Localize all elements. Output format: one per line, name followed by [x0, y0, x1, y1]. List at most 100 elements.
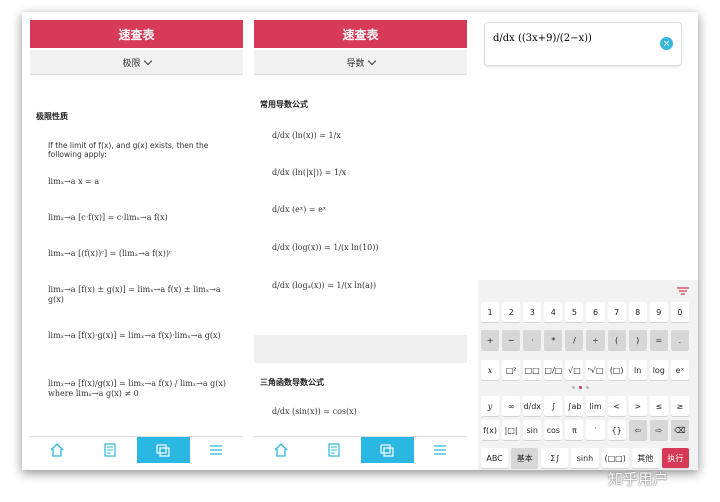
formula: d/dx (ln(|x|)) = 1/x: [272, 168, 347, 177]
nav-home[interactable]: [30, 437, 83, 463]
key-row1-1[interactable]: 2: [502, 302, 521, 322]
key-row5-2[interactable]: sin: [523, 420, 542, 440]
key-row1-7[interactable]: 8: [628, 302, 647, 322]
menu-icon: [434, 445, 447, 455]
cheatsheet-icon: [156, 444, 170, 457]
key-row5-5[interactable]: ′: [586, 420, 605, 440]
key-row3-2[interactable]: □□: [523, 360, 542, 380]
expression-text: d/dx ((3x+9)/(2−x)): [493, 33, 592, 44]
calculator-panel: d/dx ((3x+9)/(2−x)) × 1234567890 + − · * / ÷(…: [478, 12, 698, 470]
key-row4-0[interactable]: y: [481, 396, 500, 416]
math-keyboard: 1234567890 + − · * / ÷() =. x □² □□ □/□ √□ ⁿ√□ (□) ln…: [478, 280, 698, 470]
notes-icon: [328, 443, 340, 457]
key-row5-4[interactable]: π: [565, 420, 584, 440]
derivatives-panel: 速查表 导数 常用导数公式 d/dx (ln(x)) = 1/x d/dx (l…: [254, 12, 467, 470]
key-row2-3[interactable]: *: [544, 330, 563, 350]
key-row1-5[interactable]: 6: [586, 302, 605, 322]
chevron-down-icon: [143, 56, 152, 65]
key-row5-9[interactable]: ⌫: [670, 420, 689, 440]
key-row4-7[interactable]: >: [628, 396, 647, 416]
expression-input[interactable]: d/dx ((3x+9)/(2−x)) ×: [484, 22, 682, 66]
page-dots: [572, 386, 589, 389]
key-row5-7[interactable]: ⇦: [628, 420, 647, 440]
chevron-down-icon: [367, 56, 376, 65]
formula: limₓ→a [(f(x))ᶜ] = (limₓ→a f(x))ᶜ: [48, 249, 172, 258]
key-row5-3[interactable]: cos: [544, 420, 563, 440]
key-row3-8[interactable]: log: [649, 360, 668, 380]
formula: d/dx (sin(x)) = cos(x): [272, 407, 357, 416]
header-title: 速查表: [30, 20, 243, 48]
bottom-nav: [254, 436, 467, 463]
watermark: 知乎用户: [608, 470, 669, 488]
intro-text: If the limit of f(x), and g(x) exists, t…: [48, 141, 209, 159]
key-row3-6[interactable]: (□): [607, 360, 626, 380]
key-row6-6[interactable]: 执行: [661, 448, 689, 468]
key-row2-6[interactable]: (: [607, 330, 626, 350]
key-row4-9[interactable]: ≥: [670, 396, 689, 416]
key-row3-4[interactable]: √□: [565, 360, 584, 380]
key-row2-4[interactable]: /: [565, 330, 584, 350]
key-row6-5[interactable]: 其他: [631, 448, 659, 468]
key-row6-3[interactable]: sinh: [571, 448, 599, 468]
app-window: 速查表 极限 极限性质 If the limit of f(x), and g(…: [22, 12, 698, 470]
topic-dropdown[interactable]: 导数: [254, 50, 467, 75]
key-row1-6[interactable]: 7: [607, 302, 626, 322]
key-row: x □² □□ □/□ √□ ⁿ√□ (□) ln log eˣ: [481, 360, 689, 380]
formula: limₓ→a [f(x)·g(x)] = limₓ→a f(x)·limₓ→a …: [48, 331, 221, 340]
key-row3-7[interactable]: ln: [628, 360, 647, 380]
key-row5-6[interactable]: {}: [607, 420, 626, 440]
key-row2-8[interactable]: =: [649, 330, 668, 350]
dropdown-label: 导数: [346, 58, 365, 69]
key-row5-0[interactable]: f(x): [481, 420, 500, 440]
key-row3-1[interactable]: □²: [502, 360, 521, 380]
key-row4-2[interactable]: d/dx: [523, 396, 542, 416]
key-row1-4[interactable]: 5: [565, 302, 584, 322]
key-row5-8[interactable]: ⇨: [649, 420, 668, 440]
key-row2-5[interactable]: ÷: [586, 330, 605, 350]
key-row4-6[interactable]: <: [607, 396, 626, 416]
dropdown-label: 极限: [122, 58, 141, 69]
key-row1-0[interactable]: 1: [481, 302, 500, 322]
key-row5-1[interactable]: |□|: [502, 420, 521, 440]
formula: limₓ→a [f(x)/g(x)] = limₓ→a f(x) / limₓ→…: [48, 379, 227, 398]
key-row1-3[interactable]: 4: [544, 302, 563, 322]
key-row2-0[interactable]: +: [481, 330, 500, 350]
key-row: + − · * / ÷() =.: [481, 330, 689, 350]
nav-notes[interactable]: [307, 437, 360, 463]
key-row2-1[interactable]: −: [502, 330, 521, 350]
nav-menu[interactable]: [414, 437, 467, 463]
key-row2-9[interactable]: .: [670, 330, 689, 350]
key-row1-9[interactable]: 0: [670, 302, 689, 322]
collapse-keyboard-icon[interactable]: [676, 286, 690, 296]
limits-panel: 速查表 极限 极限性质 If the limit of f(x), and g(…: [30, 12, 243, 470]
nav-cheatsheet[interactable]: [360, 437, 414, 463]
key-row4-3[interactable]: ∫: [544, 396, 563, 416]
key-row6-2[interactable]: Σ∫: [541, 448, 569, 468]
key-row3-3[interactable]: □/□: [544, 360, 563, 380]
topic-dropdown[interactable]: 极限: [30, 50, 243, 75]
key-row1-2[interactable]: 3: [523, 302, 542, 322]
key-row2-2[interactable]: ·: [523, 330, 542, 350]
nav-cheatsheet[interactable]: [136, 437, 190, 463]
key-row: y ∞ d/dx ∫ ∫ab lim < > ≤ ≥: [481, 396, 689, 416]
formula: limₓ→a [c·f(x)] = c·limₓ→a f(x): [48, 213, 168, 222]
key-row4-5[interactable]: lim: [586, 396, 605, 416]
key-row1-8[interactable]: 9: [649, 302, 668, 322]
key-row3-9[interactable]: eˣ: [670, 360, 689, 380]
section-title: 三角函数导数公式: [260, 378, 324, 387]
key-row3-5[interactable]: ⁿ√□: [586, 360, 605, 380]
clear-icon[interactable]: ×: [660, 37, 673, 50]
nav-menu[interactable]: [190, 437, 243, 463]
key-row3-0[interactable]: x: [481, 360, 500, 380]
key-row4-1[interactable]: ∞: [502, 396, 521, 416]
key-row6-0[interactable]: ABC: [481, 448, 509, 468]
nav-notes[interactable]: [83, 437, 136, 463]
menu-icon: [210, 445, 223, 455]
home-icon: [274, 443, 288, 457]
nav-home[interactable]: [254, 437, 307, 463]
key-row6-1[interactable]: 基本: [511, 448, 539, 468]
key-row6-4[interactable]: (□□): [601, 448, 629, 468]
key-row4-4[interactable]: ∫ab: [565, 396, 584, 416]
key-row2-7[interactable]: ): [628, 330, 647, 350]
key-row4-8[interactable]: ≤: [649, 396, 668, 416]
